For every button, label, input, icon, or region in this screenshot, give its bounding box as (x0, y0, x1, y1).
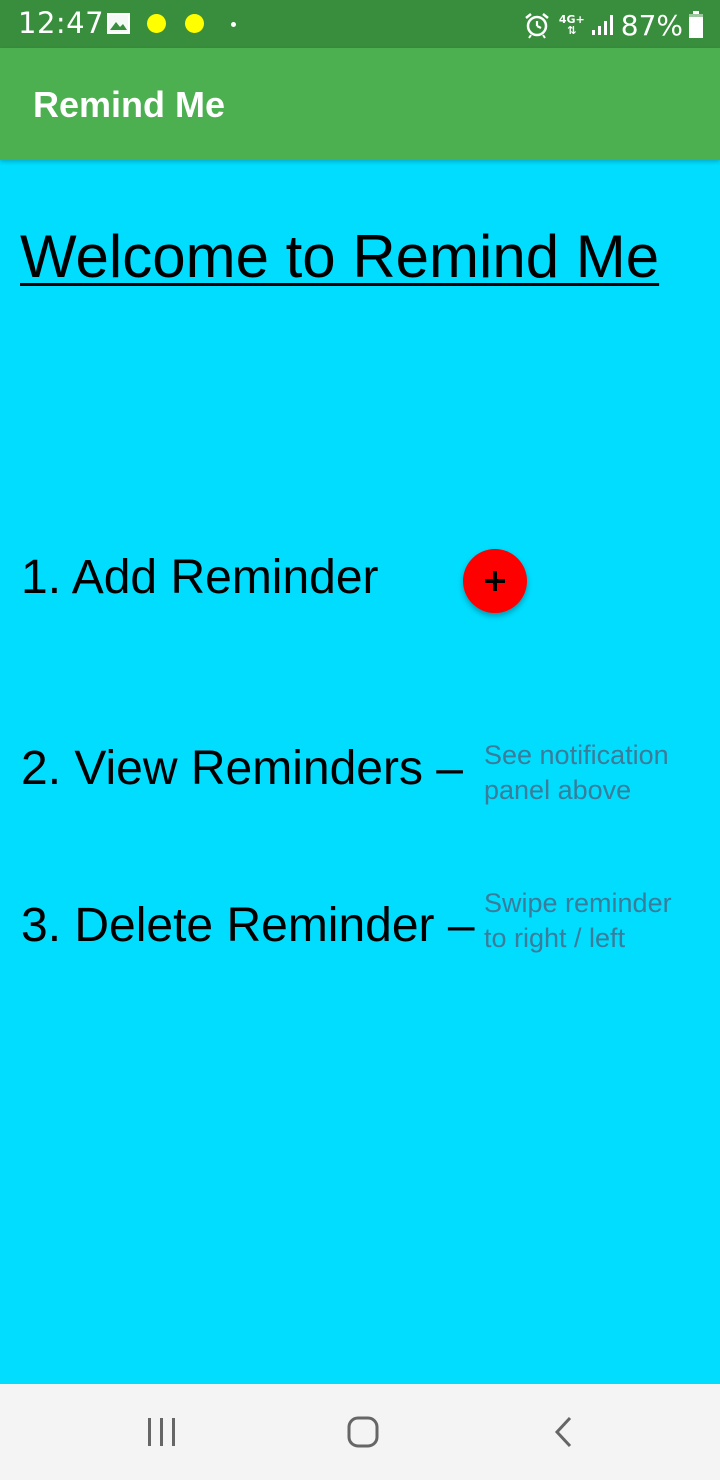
recents-button[interactable] (126, 1404, 198, 1460)
delete-hint-line1: Swipe reminder (484, 888, 672, 918)
app-bar: Remind Me (0, 48, 720, 160)
add-reminder-button[interactable] (463, 549, 527, 613)
status-time: 12:47 (18, 6, 105, 40)
network-arrows: ⇅ (567, 24, 577, 37)
alarm-icon (524, 13, 549, 39)
app-title: Remind Me (33, 84, 226, 125)
small-dot (231, 22, 236, 27)
network-4g-icon: 4G+ ⇅ (559, 14, 585, 36)
view-hint-line1: See notification (484, 740, 669, 770)
welcome-heading: Welcome to Remind Me (20, 223, 660, 290)
plus-icon (485, 571, 505, 591)
battery-percentage: 87% (620, 8, 683, 42)
step-delete-reminder: 3. Delete Reminder – (21, 899, 475, 952)
step-view-reminders: 2. View Reminders – (21, 742, 463, 795)
status-right-group: 4G+ ⇅ 87% (523, 8, 704, 42)
home-button[interactable] (327, 1404, 399, 1460)
battery-icon (689, 11, 703, 38)
screen: 12:47 4G+ ⇅ 87% Remind Me Welcome to Rem… (0, 0, 720, 1480)
view-reminders-hint: See notification panel above (484, 738, 714, 808)
gallery-icon (107, 13, 130, 34)
notification-dot (185, 14, 204, 33)
signal-icon (591, 15, 613, 35)
back-icon (554, 1416, 572, 1448)
delete-reminder-hint: Swipe reminder to right / left (484, 886, 714, 956)
view-hint-line2: panel above (484, 775, 632, 805)
home-icon (347, 1416, 379, 1448)
recents-icon (148, 1418, 175, 1446)
delete-hint-line2: to right / left (484, 923, 626, 953)
status-bar: 12:47 4G+ ⇅ 87% (0, 0, 720, 48)
notification-dot (147, 14, 166, 33)
navigation-bar (0, 1384, 720, 1480)
step-add-reminder: 1. Add Reminder (21, 551, 379, 604)
back-button[interactable] (528, 1404, 600, 1460)
